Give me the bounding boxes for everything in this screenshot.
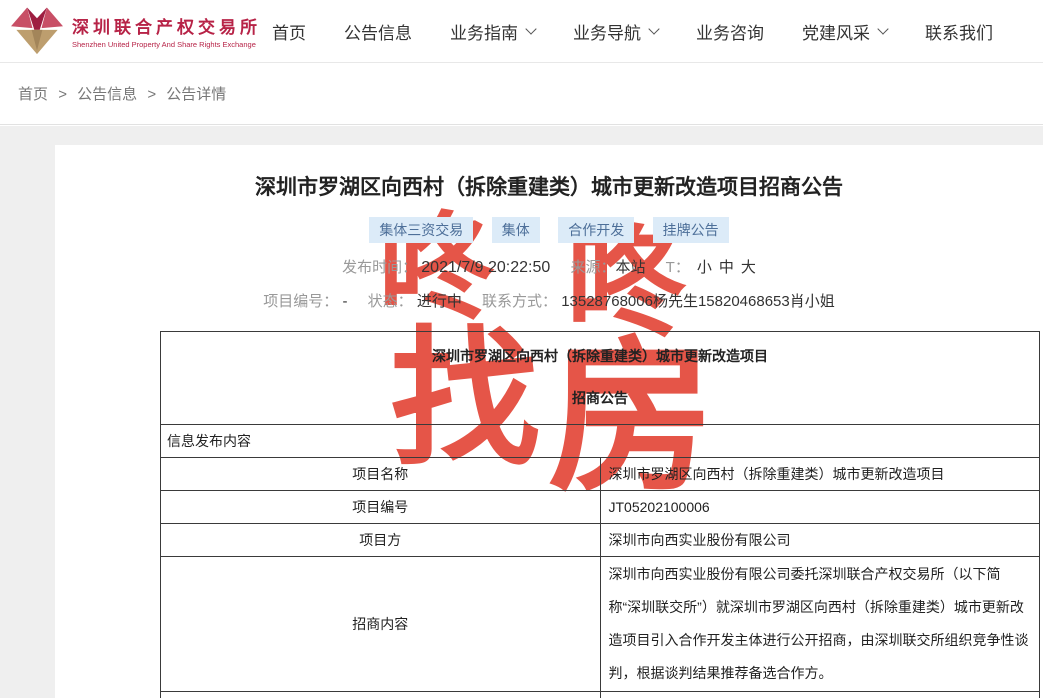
tag-row: 集体三资交易 集体 合作开发 挂牌公告 bbox=[55, 217, 1043, 243]
tag-cooperative-development[interactable]: 合作开发 bbox=[558, 217, 635, 243]
top-header: 深圳联合产权交易所 Shenzhen United Property And S… bbox=[0, 0, 1043, 63]
tag-collective-assets-trade[interactable]: 集体三资交易 bbox=[369, 217, 474, 243]
publish-meta-row: 发布时间： 2021/7/9 20:22:50 来源：本站 T：小中大 bbox=[55, 256, 1043, 277]
chevron-down-icon bbox=[877, 23, 889, 35]
font-size-medium-button[interactable]: 中 bbox=[719, 259, 734, 276]
table-row-project-name: 项目名称 深圳市罗湖区向西村（拆除重建类）城市更新改造项目 bbox=[160, 457, 1040, 491]
logo-en-name: Shenzhen United Property And Share Right… bbox=[72, 40, 256, 49]
font-size-label: T： bbox=[665, 259, 690, 276]
nav-item-party-building[interactable]: 党建风采 bbox=[802, 19, 889, 44]
breadcrumb-bar: 首页 > 公告信息 > 公告详情 bbox=[0, 63, 1043, 125]
publish-time-label: 发布时间： bbox=[342, 259, 418, 276]
section-title: 信息发布内容 bbox=[160, 424, 1040, 458]
project-meta-row: 项目编号： - 状态： 进行中 联系方式： 13528768006杨先生1582… bbox=[55, 290, 1043, 311]
table-title-line2: 招商公告 bbox=[572, 390, 628, 406]
breadcrumb-home[interactable]: 首页 bbox=[18, 86, 48, 103]
nav-item-home[interactable]: 首页 bbox=[272, 19, 306, 44]
chevron-down-icon bbox=[525, 23, 537, 35]
nav-item-business-guide[interactable]: 业务指南 bbox=[450, 19, 537, 44]
table-row-project-owner: 项目方 深圳市向西实业股份有限公司 bbox=[160, 523, 1040, 557]
breadcrumb-separator: > bbox=[147, 86, 157, 103]
page-title: 深圳市罗湖区向西村（拆除重建类）城市更新改造项目招商公告 bbox=[255, 176, 843, 199]
project-no-value: - bbox=[342, 293, 348, 310]
nav-item-business-consulting[interactable]: 业务咨询 bbox=[696, 19, 764, 44]
table-row-notice-period: 公告期限 20日（自深圳联交所发布公告次日起算） bbox=[160, 691, 1040, 698]
announcement-table: 深圳市罗湖区向西村（拆除重建类）城市更新改造项目 招商公告 信息发布内容 项目名… bbox=[160, 331, 1040, 698]
table-row-project-no: 项目编号 JT05202100006 bbox=[160, 490, 1040, 524]
breadcrumb: 首页 > 公告信息 > 公告详情 bbox=[18, 83, 226, 104]
breadcrumb-separator: > bbox=[58, 86, 67, 103]
table-row-recruit-content: 招商内容 深圳市向西实业股份有限公司委托深圳联合产权交易所（以下简称“深圳联交所… bbox=[160, 556, 1040, 692]
table-section-row: 信息发布内容 bbox=[160, 424, 1040, 458]
source-value: 本站 bbox=[615, 259, 646, 276]
table-title-line1: 深圳市罗湖区向西村（拆除重建类）城市更新改造项目 bbox=[432, 348, 768, 364]
tag-collective[interactable]: 集体 bbox=[491, 217, 540, 243]
table-header-row: 深圳市罗湖区向西村（拆除重建类）城市更新改造项目 招商公告 bbox=[160, 331, 1040, 425]
logo-cn-name: 深圳联合产权交易所 bbox=[72, 18, 261, 37]
status-label: 状态： bbox=[367, 293, 413, 310]
contact-value: 13528768006杨先生15820468653肖小姐 bbox=[561, 293, 835, 310]
font-size-controls: 小中大 bbox=[690, 259, 756, 276]
site-logo[interactable]: 深圳联合产权交易所 Shenzhen United Property And S… bbox=[10, 3, 261, 60]
font-size-small-button[interactable]: 小 bbox=[697, 259, 712, 276]
contact-label: 联系方式： bbox=[482, 293, 558, 310]
main-nav: 首页 公告信息 业务指南 业务导航 业务咨询 党建风采 联系我们 bbox=[272, 19, 993, 44]
chevron-down-icon bbox=[648, 23, 660, 35]
breadcrumb-announcements[interactable]: 公告信息 bbox=[77, 86, 137, 103]
nav-item-business-navigation[interactable]: 业务导航 bbox=[573, 19, 660, 44]
logo-gem-icon bbox=[10, 3, 64, 60]
nav-item-contact-us[interactable]: 联系我们 bbox=[925, 19, 993, 44]
logo-text: 深圳联合产权交易所 Shenzhen United Property And S… bbox=[72, 13, 261, 49]
announcement-detail: 深圳市罗湖区向西村（拆除重建类）城市更新改造项目招商公告 集体三资交易 集体 合… bbox=[55, 145, 1043, 698]
font-size-large-button[interactable]: 大 bbox=[741, 259, 756, 276]
project-no-label: 项目编号： bbox=[263, 293, 339, 310]
publish-time-value: 2021/7/9 20:22:50 bbox=[421, 259, 551, 276]
source-label: 来源： bbox=[570, 259, 616, 276]
nav-item-announcements[interactable]: 公告信息 bbox=[344, 19, 412, 44]
tag-listing-notice[interactable]: 挂牌公告 bbox=[652, 217, 729, 243]
status-badge: 进行中 bbox=[416, 293, 462, 310]
breadcrumb-current: 公告详情 bbox=[166, 86, 227, 103]
